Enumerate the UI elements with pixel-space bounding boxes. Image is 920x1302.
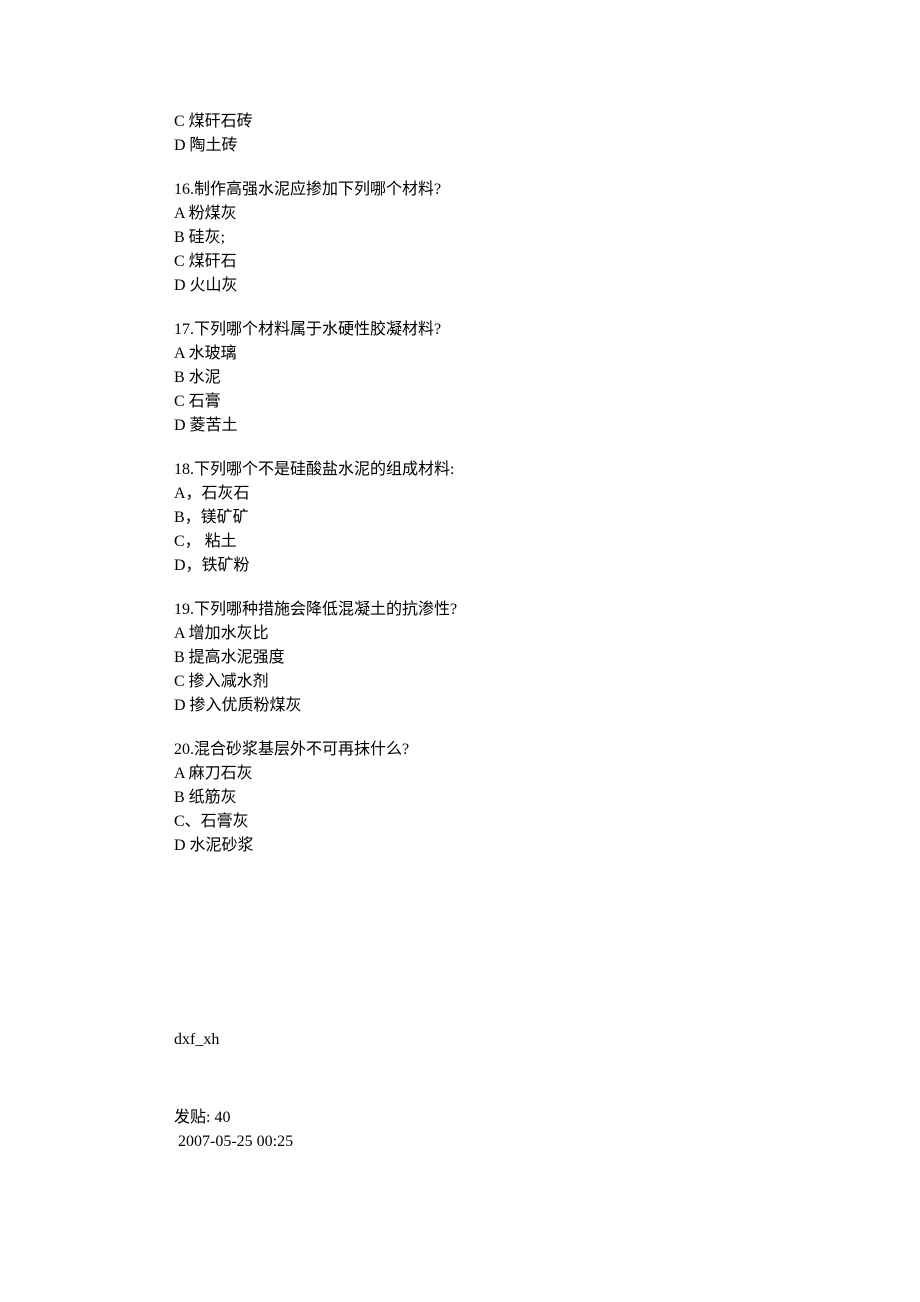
option-line: A 麻刀石灰 [174, 762, 920, 786]
question-19: 19.下列哪种措施会降低混凝土的抗渗性? A 增加水灰比 B 提高水泥强度 C … [174, 598, 920, 718]
partial-question-remainder: C 煤矸石砖 D 陶土砖 [174, 110, 920, 158]
option-line: A，石灰石 [174, 482, 920, 506]
post-count: 发贴: 40 [174, 1106, 920, 1130]
option-line: B 硅灰; [174, 226, 920, 250]
option-line: B 水泥 [174, 366, 920, 390]
document-page: C 煤矸石砖 D 陶土砖 16.制作高强水泥应掺加下列哪个材料? A 粉煤灰 B… [0, 0, 920, 1302]
option-line: A 增加水灰比 [174, 622, 920, 646]
option-line: D 菱苦土 [174, 414, 920, 438]
question-title: 20.混合砂浆基层外不可再抹什么? [174, 738, 920, 762]
option-line: B 提高水泥强度 [174, 646, 920, 670]
option-line: B 纸筋灰 [174, 786, 920, 810]
question-18: 18.下列哪个不是硅酸盐水泥的组成材料: A，石灰石 B，镁矿矿 C， 粘土 D… [174, 458, 920, 578]
option-line: C 煤矸石 [174, 250, 920, 274]
option-line: D 陶土砖 [174, 134, 920, 158]
option-line: A 水玻璃 [174, 342, 920, 366]
option-line: C 煤矸石砖 [174, 110, 920, 134]
question-title: 19.下列哪种措施会降低混凝土的抗渗性? [174, 598, 920, 622]
username: dxf_xh [174, 1028, 920, 1052]
post-meta: dxf_xh 发贴: 40 2007-05-25 00:25 [174, 1028, 920, 1154]
option-line: C、石膏灰 [174, 810, 920, 834]
option-line: C 石膏 [174, 390, 920, 414]
option-line: C， 粘土 [174, 530, 920, 554]
option-line: D 掺入优质粉煤灰 [174, 694, 920, 718]
option-line: B，镁矿矿 [174, 506, 920, 530]
option-line: A 粉煤灰 [174, 202, 920, 226]
question-17: 17.下列哪个材料属于水硬性胶凝材料? A 水玻璃 B 水泥 C 石膏 D 菱苦… [174, 318, 920, 438]
option-line: D 火山灰 [174, 274, 920, 298]
option-line: C 掺入减水剂 [174, 670, 920, 694]
question-title: 17.下列哪个材料属于水硬性胶凝材料? [174, 318, 920, 342]
option-line: D 水泥砂浆 [174, 834, 920, 858]
option-line: D，铁矿粉 [174, 554, 920, 578]
post-timestamp: 2007-05-25 00:25 [174, 1130, 920, 1154]
question-title: 16.制作高强水泥应掺加下列哪个材料? [174, 178, 920, 202]
question-20: 20.混合砂浆基层外不可再抹什么? A 麻刀石灰 B 纸筋灰 C、石膏灰 D 水… [174, 738, 920, 858]
question-title: 18.下列哪个不是硅酸盐水泥的组成材料: [174, 458, 920, 482]
question-16: 16.制作高强水泥应掺加下列哪个材料? A 粉煤灰 B 硅灰; C 煤矸石 D … [174, 178, 920, 298]
